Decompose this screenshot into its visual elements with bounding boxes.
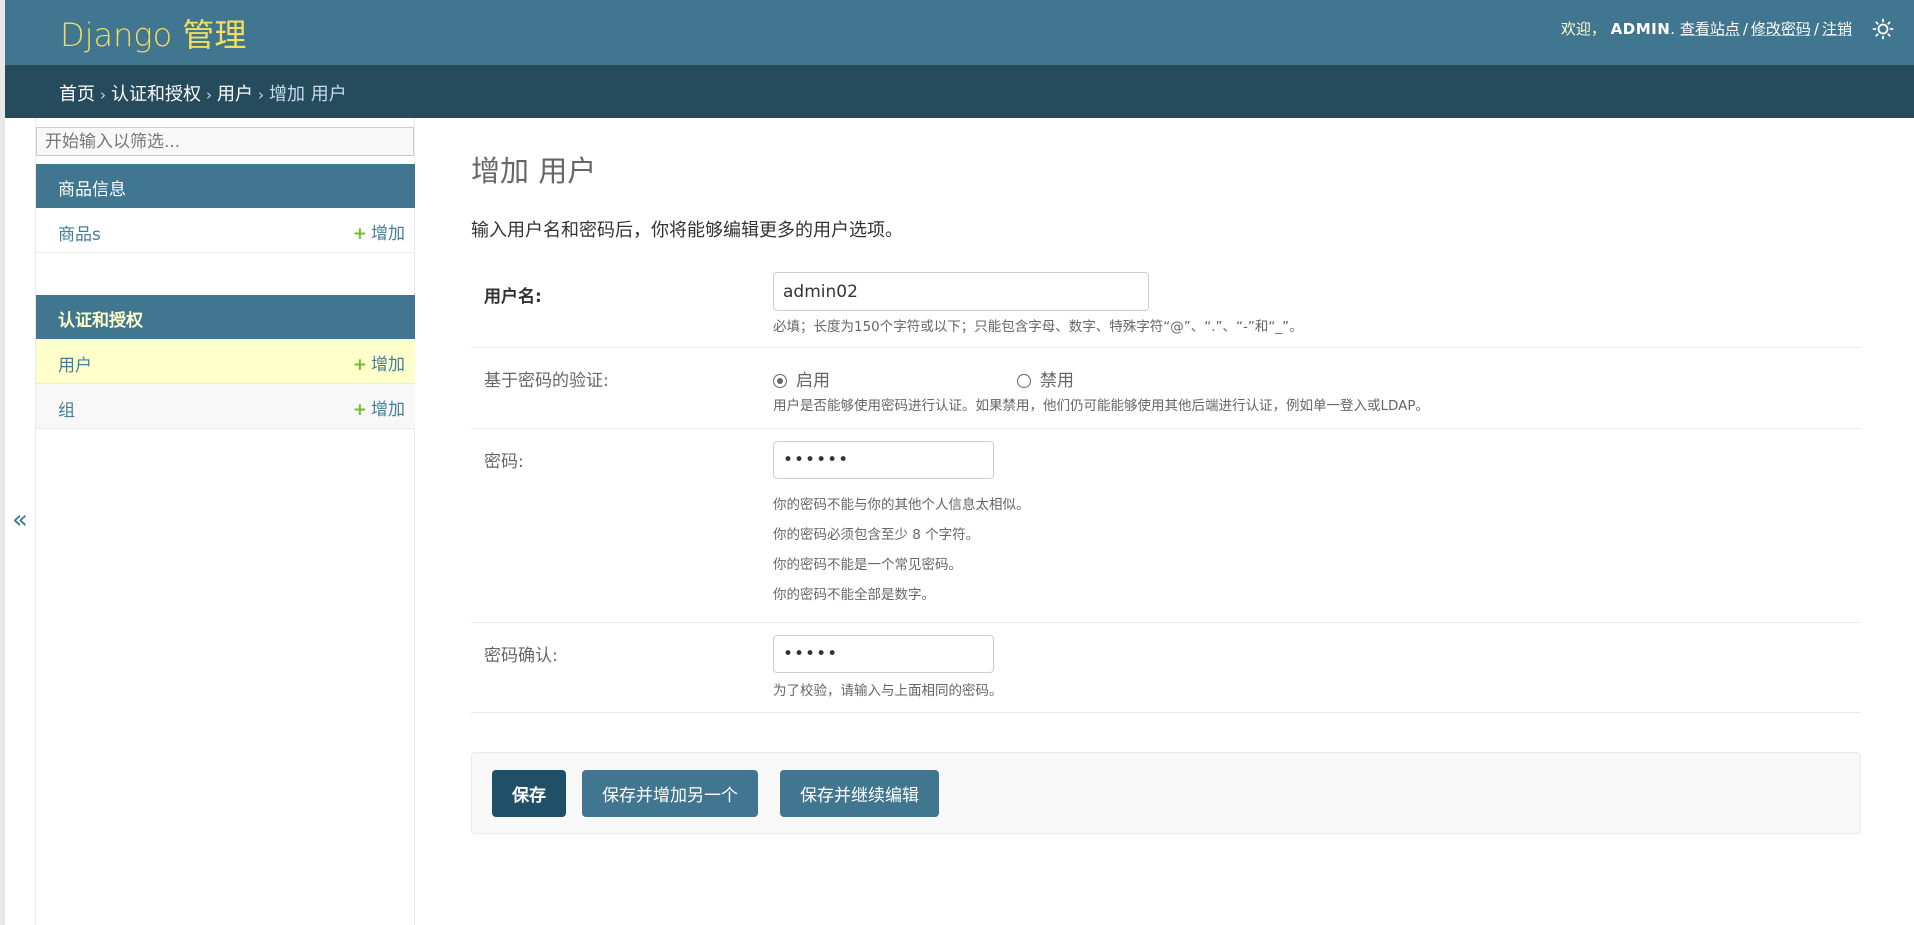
- form-row-usable-password: 基于密码的验证: 启用 禁用 用户是否能够使用密码进行认证。如果禁用，他们仍可能…: [471, 348, 1861, 429]
- form-intro-text: 输入用户名和密码后，你将能够编辑更多的用户选项。: [471, 220, 903, 241]
- form-row-password: 密码: 你的密码不能与你的其他个人信息太相似。 你的密码必须包含至少 8 个字符…: [471, 429, 1861, 623]
- password-confirm-help: 为了校验，请输入与上面相同的密码。: [773, 683, 1003, 699]
- nav-filter-input[interactable]: [36, 127, 414, 156]
- password-field[interactable]: [773, 441, 994, 479]
- save-and-continue-button[interactable]: 保存并继续编辑: [780, 770, 939, 817]
- password-label: 密码:: [484, 452, 524, 472]
- nav-sidebar: 商品信息 商品s +增加 认证和授权 用户 +增加 组 +增加: [36, 118, 415, 925]
- sidebar-item-label[interactable]: 用户: [58, 351, 92, 376]
- usable-password-help: 用户是否能够使用密码进行认证。如果禁用，他们仍可能能够使用其他后端进行认证，例如…: [773, 398, 1430, 414]
- toggle-sidebar-button[interactable]: «: [12, 505, 28, 535]
- usable-password-label: 基于密码的验证:: [484, 371, 609, 391]
- module-caption-products[interactable]: 商品信息: [36, 164, 415, 208]
- module-caption-auth[interactable]: 认证和授权: [36, 295, 415, 339]
- site-brand[interactable]: Django 管理: [60, 10, 246, 56]
- password-help-4: 你的密码不能全部是数字。: [773, 587, 935, 603]
- add-group-link[interactable]: + 增加: [353, 395, 405, 420]
- sidebar-item-label[interactable]: 组: [58, 396, 75, 421]
- welcome-text: 欢迎，: [1560, 20, 1606, 38]
- password-confirm-field[interactable]: [773, 635, 994, 673]
- radio-enabled[interactable]: 启用: [773, 366, 830, 391]
- breadcrumb-app[interactable]: 认证和授权: [111, 84, 201, 105]
- add-icon: +: [352, 355, 367, 375]
- username-help: 必填；长度为150个字符或以下；只能包含字母、数字、特殊字符“@”、“.”、“-…: [773, 319, 1303, 335]
- view-site-link[interactable]: 查看站点: [1680, 20, 1740, 38]
- change-password-link[interactable]: 修改密码: [1751, 20, 1811, 38]
- page-title: 增加 用户: [471, 154, 597, 188]
- breadcrumb-home[interactable]: 首页: [59, 84, 95, 105]
- password-help-3: 你的密码不能是一个常见密码。: [773, 557, 962, 573]
- add-icon: +: [352, 400, 367, 420]
- add-user-link[interactable]: + 增加: [353, 350, 405, 375]
- breadcrumb-model[interactable]: 用户: [217, 84, 253, 105]
- radio-disabled[interactable]: 禁用: [1017, 366, 1074, 391]
- radio-checked-icon: [773, 374, 787, 388]
- breadcrumb: 首页 › 认证和授权 › 用户 › 增加 用户: [5, 65, 1914, 118]
- form-row-username: 用户名: 必填；长度为150个字符或以下；只能包含字母、数字、特殊字符“@”、“…: [471, 260, 1861, 348]
- save-button[interactable]: 保存: [492, 770, 566, 817]
- username-field[interactable]: [773, 272, 1149, 311]
- theme-toggle-button[interactable]: [1872, 18, 1894, 40]
- password-confirm-label: 密码确认:: [484, 646, 558, 666]
- site-header: Django 管理 欢迎， ADMIN. 查看站点 / 修改密码 / 注销: [5, 0, 1914, 65]
- radio-unchecked-icon: [1017, 374, 1031, 388]
- submit-row: 保存 保存并增加另一个 保存并继续编辑: [471, 752, 1861, 834]
- add-products-link[interactable]: + 增加: [353, 219, 405, 244]
- user-tools: 欢迎， ADMIN. 查看站点 / 修改密码 / 注销: [1560, 20, 1852, 38]
- sidebar-item-groups: 组 + 增加: [36, 384, 415, 429]
- password-help-2: 你的密码必须包含至少 8 个字符。: [773, 527, 980, 543]
- add-icon: +: [352, 224, 367, 244]
- password-help-1: 你的密码不能与你的其他个人信息太相似。: [773, 497, 1030, 513]
- sidebar-item-label[interactable]: 商品s: [58, 220, 101, 245]
- form-row-password-confirm: 密码确认: 为了校验，请输入与上面相同的密码。: [471, 623, 1861, 713]
- username-label: 用户名:: [484, 287, 542, 307]
- breadcrumb-current: 增加 用户: [269, 84, 347, 105]
- sun-icon: [1872, 18, 1894, 40]
- username-label: ADMIN: [1610, 20, 1671, 38]
- sidebar-item-products: 商品s + 增加: [36, 208, 415, 253]
- logout-link[interactable]: 注销: [1822, 20, 1852, 38]
- save-and-add-another-button[interactable]: 保存并增加另一个: [582, 770, 758, 817]
- sidebar-item-users: 用户 + 增加: [36, 339, 415, 384]
